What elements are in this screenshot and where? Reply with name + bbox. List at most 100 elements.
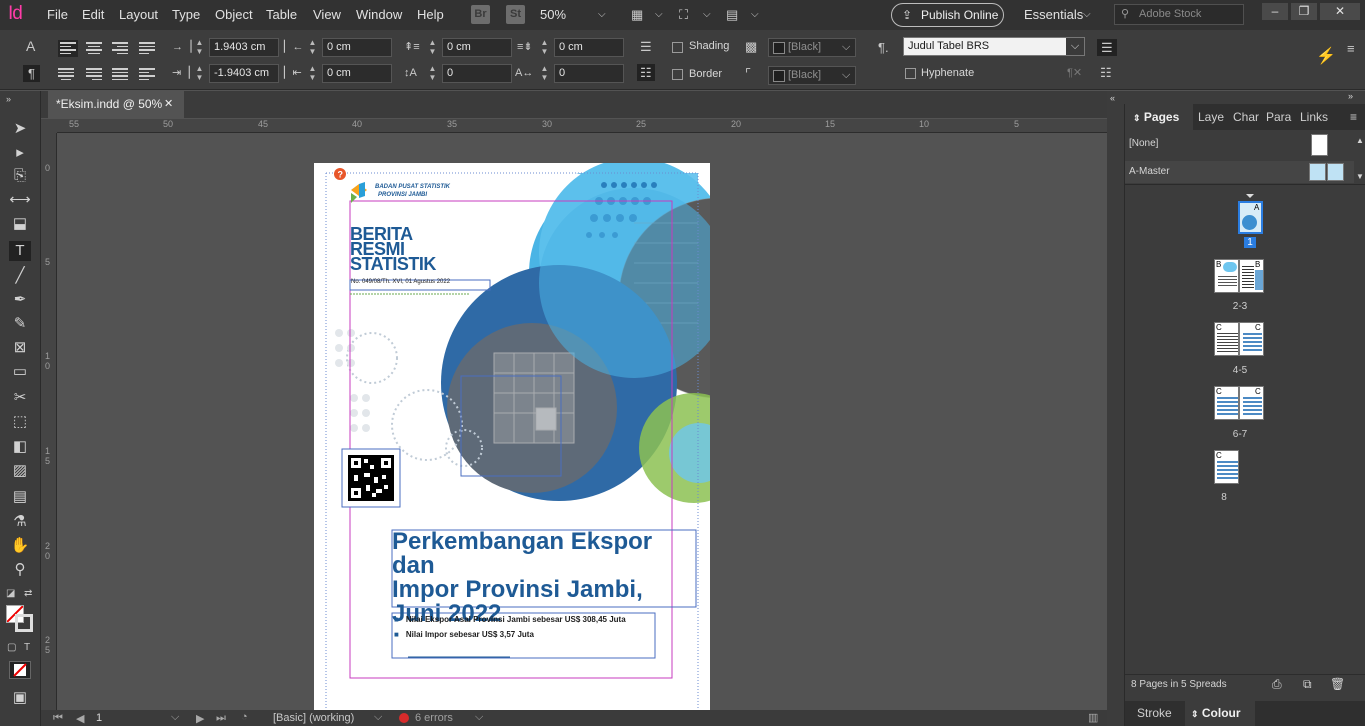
eyedropper-tool-icon[interactable]: ⚗ xyxy=(9,512,31,532)
frame-grid-icon[interactable]: ▦ xyxy=(631,8,643,21)
document-page[interactable]: ? BADAN PUSAT STATISTIK PROVINSI JAMBI B… xyxy=(314,163,710,710)
preflight-errors[interactable]: 6 errors xyxy=(415,712,453,724)
border-color-select[interactable]: [Black] ⌵ xyxy=(768,66,856,85)
page-thumbnail[interactable]: C xyxy=(1214,386,1239,420)
pencil-tool-icon[interactable]: ✎ xyxy=(9,314,31,334)
note-tool-icon[interactable]: ▤ xyxy=(9,487,31,507)
none-master-label[interactable]: [None] xyxy=(1129,138,1158,149)
collapse-icon[interactable]: « xyxy=(1110,93,1115,103)
workspace-switcher[interactable]: Essentials xyxy=(1024,7,1083,22)
menu-view[interactable]: View xyxy=(313,7,341,22)
scroll-down-icon[interactable]: ▼ xyxy=(1356,172,1364,181)
last-page-icon[interactable]: ⏭ xyxy=(216,712,226,725)
line-tool-icon[interactable]: ╱ xyxy=(9,266,31,286)
new-page-icon[interactable]: ⧉ xyxy=(1303,677,1312,692)
tab-pages[interactable]: ⇕ Pages xyxy=(1125,104,1193,130)
a-master-row[interactable]: A-Master xyxy=(1125,161,1354,183)
align-left-button[interactable] xyxy=(58,40,78,57)
drop-lines-stepper[interactable]: ▲ ▼ xyxy=(427,64,438,83)
drop-cap-lines-field[interactable]: 0 xyxy=(442,64,512,83)
spread-label[interactable]: 8 xyxy=(1214,492,1234,503)
stroke-swatch[interactable] xyxy=(15,614,33,632)
bulleted-list-icon[interactable]: ☰ xyxy=(640,40,652,53)
space-before-stepper[interactable]: ▲ ▼ xyxy=(427,38,438,57)
hand-tool-icon[interactable]: ✋ xyxy=(9,536,31,556)
direct-selection-tool-icon[interactable]: ▸ xyxy=(9,143,31,163)
menu-object[interactable]: Object xyxy=(215,7,253,22)
last-line-indent-field[interactable]: 0 cm xyxy=(322,64,392,83)
page-thumbnail[interactable]: C xyxy=(1214,322,1239,356)
gradient-swatch-tool-icon[interactable]: ◧ xyxy=(9,437,31,457)
close-button[interactable]: ✕ xyxy=(1320,3,1360,20)
publish-online-button[interactable]: ⇪ Publish Online xyxy=(891,3,1004,27)
page-thumbnail[interactable]: B xyxy=(1239,259,1264,293)
tab-character[interactable]: Char xyxy=(1233,104,1259,130)
numbered-list-icon[interactable]: ☷ xyxy=(637,64,655,81)
border-settings-icon[interactable]: ⌜ xyxy=(745,67,751,80)
page-chevron-down-icon[interactable]: ⌵ xyxy=(171,711,179,724)
collapse-icon[interactable]: » xyxy=(6,93,11,106)
default-fill-stroke-icon[interactable]: ◪ xyxy=(6,587,15,600)
space-after-field[interactable]: 0 cm xyxy=(554,38,624,57)
scroll-up-icon[interactable]: ▲ xyxy=(1356,136,1364,145)
preflight-profile[interactable]: [Basic] (working) xyxy=(273,712,354,724)
edit-page-size-icon[interactable]: ⎙ xyxy=(1272,677,1282,692)
page-thumbnail[interactable]: C xyxy=(1239,386,1264,420)
split-window-icon[interactable]: ▥ xyxy=(1088,711,1098,724)
apply-none-button[interactable] xyxy=(9,661,31,679)
drop-chars-stepper[interactable]: ▲ ▼ xyxy=(539,64,550,83)
bridge-button[interactable]: Br xyxy=(471,5,490,24)
close-tab-icon[interactable]: ✕ xyxy=(164,91,173,118)
space-before-field[interactable]: 0 cm xyxy=(442,38,512,57)
screen-mode-icon[interactable]: ▣ xyxy=(9,688,31,708)
left-indent-field[interactable]: 1.9403 cm xyxy=(209,38,279,57)
page-thumbnail[interactable]: A xyxy=(1238,201,1263,234)
zoom-tool-icon[interactable]: ⚲ xyxy=(9,560,31,580)
spread-label[interactable]: 4-5 xyxy=(1225,365,1255,376)
panel-menu-icon[interactable]: ≡ xyxy=(1347,42,1355,55)
clear-overrides-icon[interactable]: ¶✕ xyxy=(1067,67,1082,80)
drop-cap-chars-field[interactable]: 0 xyxy=(554,64,624,83)
open-page-icon[interactable]: ◔ xyxy=(241,711,248,723)
quick-apply-icon[interactable]: ⚡ xyxy=(1316,49,1336,65)
justify-center-button[interactable] xyxy=(58,68,74,81)
first-page-icon[interactable]: ⏮ xyxy=(53,712,63,725)
chevron-down-icon[interactable]: ⌵ xyxy=(751,9,759,20)
vertical-ruler[interactable]: 0 5 1 0 1 5 2 0 2 5 xyxy=(41,133,57,710)
panel-menu-icon[interactable]: ≡ xyxy=(1350,104,1357,130)
menu-help[interactable]: Help xyxy=(417,7,444,22)
delete-page-icon[interactable]: 🗑 xyxy=(1330,677,1345,691)
ruler-origin[interactable] xyxy=(41,119,57,133)
menu-edit[interactable]: Edit xyxy=(82,7,104,22)
swap-fill-stroke-icon[interactable]: ⇄ xyxy=(24,587,32,600)
hyphenate-checkbox[interactable] xyxy=(905,68,916,79)
menu-layout[interactable]: Layout xyxy=(119,7,158,22)
left-indent-stepper[interactable]: ▲ ▼ xyxy=(194,38,205,57)
profile-chevron-down-icon[interactable]: ⌵ xyxy=(374,711,382,724)
right-indent-field[interactable]: 0 cm xyxy=(322,38,392,57)
spread-label[interactable]: 2-3 xyxy=(1225,301,1255,312)
first-line-indent-field[interactable]: -1.9403 cm xyxy=(209,64,279,83)
shading-settings-icon[interactable]: ▩ xyxy=(745,40,757,53)
justify-left-button[interactable] xyxy=(139,42,155,55)
workspace-chevron-down-icon[interactable]: ⌵ xyxy=(1083,9,1091,20)
align-to-baseline-grid-icon[interactable]: ☰ xyxy=(1097,39,1117,56)
selection-tool-icon[interactable]: ➤ xyxy=(9,119,31,139)
tab-layers[interactable]: Laye xyxy=(1198,104,1224,130)
chevron-down-icon[interactable]: ⌵ xyxy=(655,9,663,20)
screen-mode-icon[interactable]: ⛶ xyxy=(679,8,688,21)
scrollbar[interactable]: ▲ ▼ xyxy=(1354,134,1365,182)
collapse-icon[interactable]: » xyxy=(1348,91,1353,101)
none-master-thumbnail[interactable] xyxy=(1311,134,1328,156)
character-formatting-icon[interactable]: A xyxy=(26,39,35,53)
menu-file[interactable]: File xyxy=(47,7,68,22)
arrange-documents-icon[interactable]: ▤ xyxy=(726,8,738,21)
page-tool-icon[interactable]: ⎘ xyxy=(9,166,31,186)
spread-label[interactable]: 1 xyxy=(1244,237,1256,248)
justify-all-button[interactable] xyxy=(112,68,128,81)
paragraph-formatting-icon[interactable]: ¶ xyxy=(23,65,40,82)
align-spine-button[interactable] xyxy=(139,68,155,81)
tab-links[interactable]: Links xyxy=(1300,104,1328,130)
rectangle-frame-tool-icon[interactable]: ⊠ xyxy=(9,338,31,358)
page-number-field[interactable]: 1 xyxy=(96,712,102,724)
